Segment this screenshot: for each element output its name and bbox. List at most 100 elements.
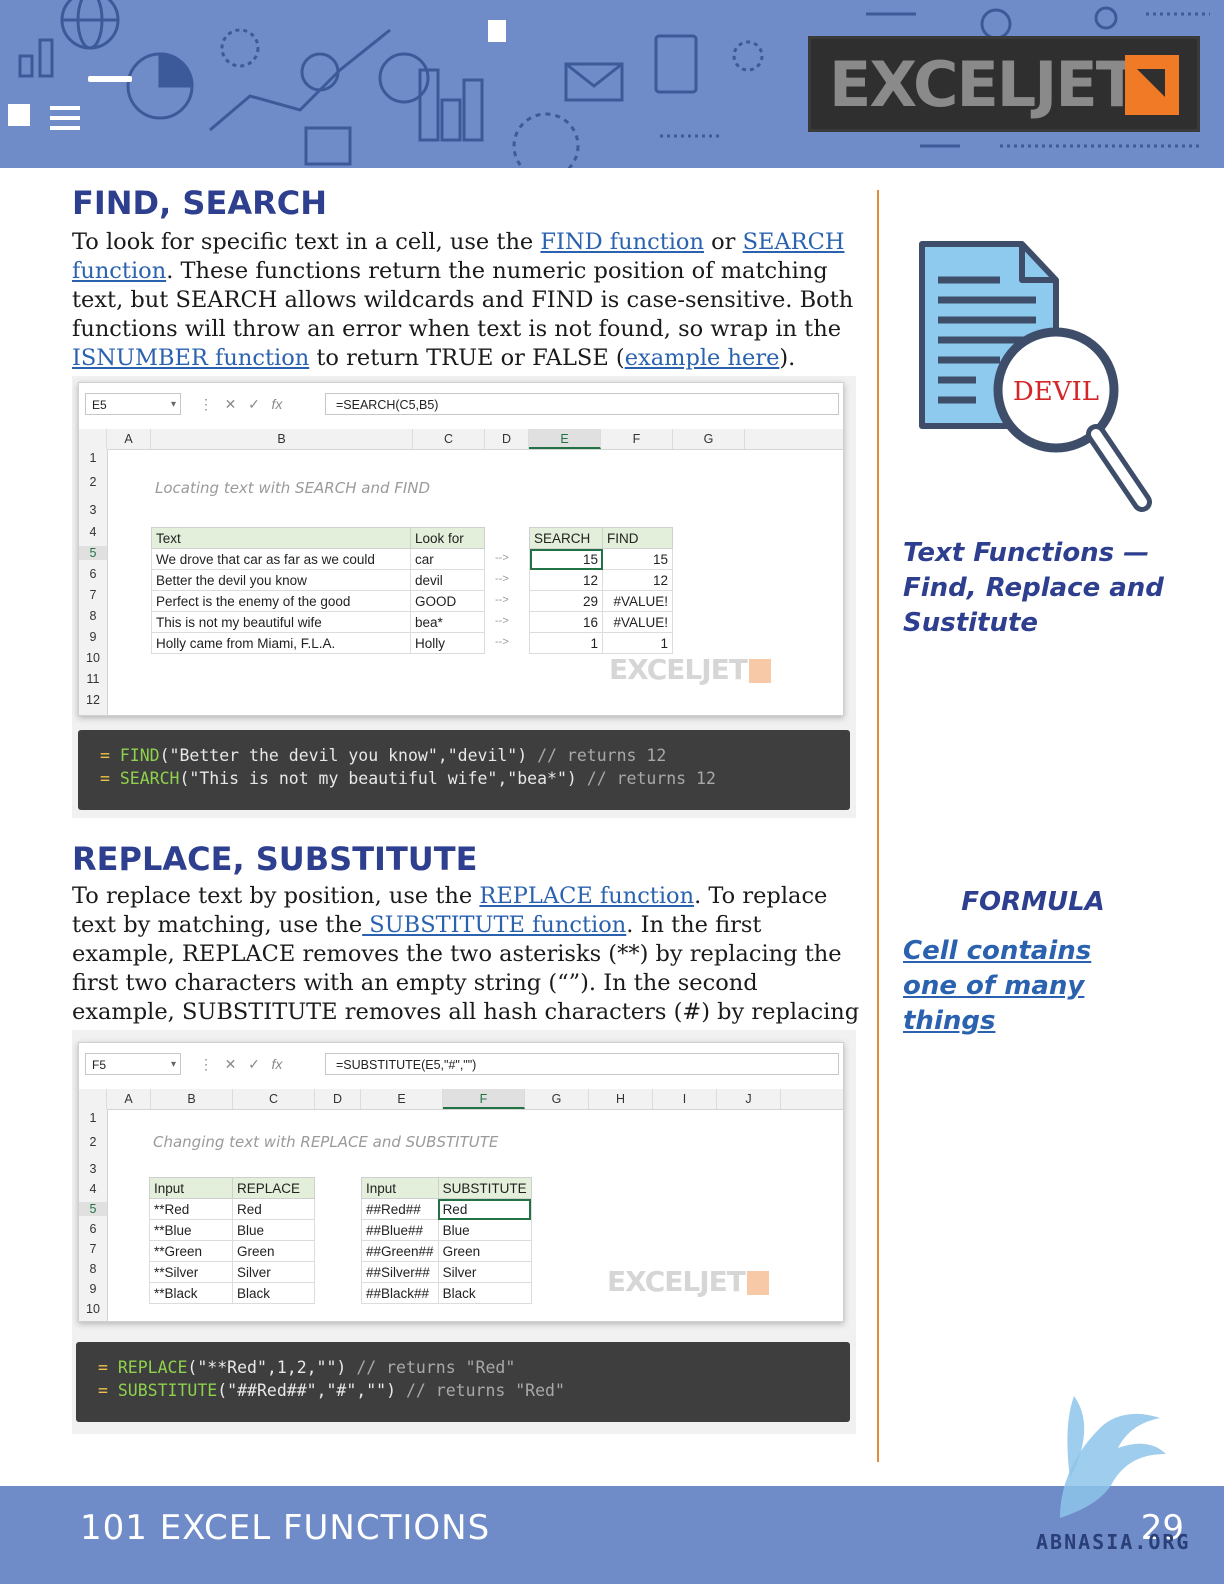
row-header[interactable]: 2 bbox=[79, 1135, 107, 1149]
table-cell[interactable]: GOOD bbox=[410, 590, 485, 612]
row-header[interactable]: 4 bbox=[79, 525, 107, 539]
table-cell[interactable]: 1 bbox=[602, 632, 673, 654]
column-header[interactable]: A bbox=[107, 1089, 151, 1109]
select-all-corner[interactable] bbox=[79, 1089, 107, 1109]
select-all-corner[interactable] bbox=[79, 429, 107, 449]
table-cell[interactable]: **Red bbox=[149, 1198, 233, 1220]
table-header[interactable]: Input bbox=[361, 1177, 439, 1199]
column-header[interactable]: F bbox=[443, 1089, 525, 1109]
column-header[interactable]: C bbox=[413, 429, 485, 449]
table-cell[interactable]: Better the devil you know bbox=[151, 569, 411, 591]
row-header[interactable]: 2 bbox=[79, 475, 107, 489]
table-cell[interactable]: Blue bbox=[437, 1219, 532, 1241]
table-cell[interactable]: Green bbox=[232, 1240, 315, 1262]
example-here-link[interactable]: example here bbox=[625, 345, 780, 371]
table-cell[interactable]: Black bbox=[232, 1282, 315, 1304]
column-header[interactable]: C bbox=[233, 1089, 315, 1109]
row-header[interactable]: 6 bbox=[79, 1222, 107, 1236]
table-cell-selected[interactable]: Red bbox=[437, 1198, 532, 1220]
table-cell[interactable]: devil bbox=[410, 569, 485, 591]
row-header[interactable]: 1 bbox=[79, 451, 107, 465]
row-header[interactable]: 1 bbox=[79, 1111, 107, 1125]
row-header[interactable]: 6 bbox=[79, 567, 107, 581]
column-header[interactable]: F bbox=[601, 429, 673, 449]
column-header[interactable]: A bbox=[107, 429, 151, 449]
row-header[interactable]: 10 bbox=[79, 1302, 107, 1316]
table-header[interactable]: SUBSTITUTE bbox=[437, 1177, 532, 1199]
table-cell[interactable]: Perfect is the enemy of the good bbox=[151, 590, 411, 612]
column-header[interactable]: D bbox=[485, 429, 529, 449]
table-cell[interactable]: 16 bbox=[529, 611, 603, 633]
column-header[interactable]: H bbox=[589, 1089, 653, 1109]
table-cell[interactable]: **Silver bbox=[149, 1261, 233, 1283]
table-cell[interactable]: Green bbox=[437, 1240, 532, 1262]
find-function-link[interactable]: FIND function bbox=[540, 229, 704, 255]
table-header[interactable]: REPLACE bbox=[232, 1177, 315, 1199]
table-header[interactable]: Input bbox=[149, 1177, 233, 1199]
table-cell[interactable]: ##Silver## bbox=[361, 1261, 439, 1283]
table-cell[interactable]: Holly came from Miami, F.L.A. bbox=[151, 632, 411, 654]
table-header[interactable]: FIND bbox=[602, 527, 673, 549]
column-header[interactable]: E bbox=[361, 1089, 443, 1109]
table-cell[interactable]: ##Blue## bbox=[361, 1219, 439, 1241]
row-header[interactable]: 9 bbox=[79, 630, 107, 644]
table-cell[interactable]: We drove that car as far as we could bbox=[151, 548, 411, 570]
row-header[interactable]: 9 bbox=[79, 1282, 107, 1296]
table-header[interactable]: Text bbox=[151, 527, 411, 549]
column-header[interactable]: I bbox=[653, 1089, 717, 1109]
table-cell[interactable]: 12 bbox=[602, 569, 673, 591]
column-header[interactable]: G bbox=[673, 429, 745, 449]
replace-function-link[interactable]: REPLACE function bbox=[479, 883, 694, 909]
table-cell[interactable]: ##Red## bbox=[361, 1198, 439, 1220]
row-header[interactable]: 10 bbox=[79, 651, 107, 665]
table-cell[interactable]: #VALUE! bbox=[602, 590, 673, 612]
formula-input[interactable]: =SUBSTITUTE(E5,"#","") bbox=[325, 1053, 839, 1075]
column-header[interactable]: E bbox=[529, 429, 601, 449]
table-cell[interactable]: ##Green## bbox=[361, 1240, 439, 1262]
row-header[interactable]: 4 bbox=[79, 1182, 107, 1196]
table-cell[interactable]: Holly bbox=[410, 632, 485, 654]
table-cell[interactable]: Silver bbox=[437, 1261, 532, 1283]
table-cell[interactable]: Black bbox=[437, 1282, 532, 1304]
table-cell[interactable]: Silver bbox=[232, 1261, 315, 1283]
table-cell[interactable]: #VALUE! bbox=[602, 611, 673, 633]
table-header[interactable]: SEARCH bbox=[529, 527, 603, 549]
column-headers: A B C D E F G bbox=[79, 429, 843, 450]
formula-input[interactable]: =SEARCH(C5,B5) bbox=[325, 393, 839, 415]
table-cell[interactable]: **Green bbox=[149, 1240, 233, 1262]
substitute-function-link[interactable]: SUBSTITUTE function bbox=[362, 912, 626, 938]
column-header[interactable]: J bbox=[717, 1089, 781, 1109]
table-cell[interactable]: **Black bbox=[149, 1282, 233, 1304]
column-header[interactable]: B bbox=[151, 429, 413, 449]
table-cell[interactable]: This is not my beautiful wife bbox=[151, 611, 411, 633]
row-header[interactable]: 5 bbox=[79, 1202, 107, 1216]
column-header[interactable]: B bbox=[151, 1089, 233, 1109]
row-header[interactable]: 12 bbox=[79, 693, 107, 707]
row-header[interactable]: 3 bbox=[79, 503, 107, 517]
name-box[interactable]: E5 bbox=[85, 393, 181, 416]
column-header[interactable]: D bbox=[315, 1089, 361, 1109]
column-header[interactable]: G bbox=[525, 1089, 589, 1109]
table-cell[interactable]: 29 bbox=[529, 590, 603, 612]
table-cell[interactable]: Blue bbox=[232, 1219, 315, 1241]
table-cell[interactable]: 1 bbox=[529, 632, 603, 654]
isnumber-function-link[interactable]: ISNUMBER function bbox=[72, 345, 309, 371]
name-box[interactable]: F5 bbox=[85, 1053, 181, 1076]
table-cell[interactable]: 15 bbox=[602, 548, 673, 570]
table-cell[interactable]: 12 bbox=[529, 569, 603, 591]
row-header[interactable]: 3 bbox=[79, 1162, 107, 1176]
row-header[interactable]: 5 bbox=[79, 546, 107, 560]
row-header[interactable]: 11 bbox=[79, 672, 107, 686]
table-cell[interactable]: bea* bbox=[410, 611, 485, 633]
table-cell[interactable]: car bbox=[410, 548, 485, 570]
row-header[interactable]: 7 bbox=[79, 588, 107, 602]
formula-link[interactable]: Cell contains one of many things bbox=[903, 934, 1153, 1039]
row-header[interactable]: 8 bbox=[79, 1262, 107, 1276]
table-cell[interactable]: ##Black## bbox=[361, 1282, 439, 1304]
table-header[interactable]: Look for bbox=[410, 527, 485, 549]
table-cell[interactable]: **Blue bbox=[149, 1219, 233, 1241]
row-header[interactable]: 7 bbox=[79, 1242, 107, 1256]
table-cell[interactable]: Red bbox=[232, 1198, 315, 1220]
row-header[interactable]: 8 bbox=[79, 609, 107, 623]
table-cell-selected[interactable]: 15 bbox=[529, 548, 603, 570]
